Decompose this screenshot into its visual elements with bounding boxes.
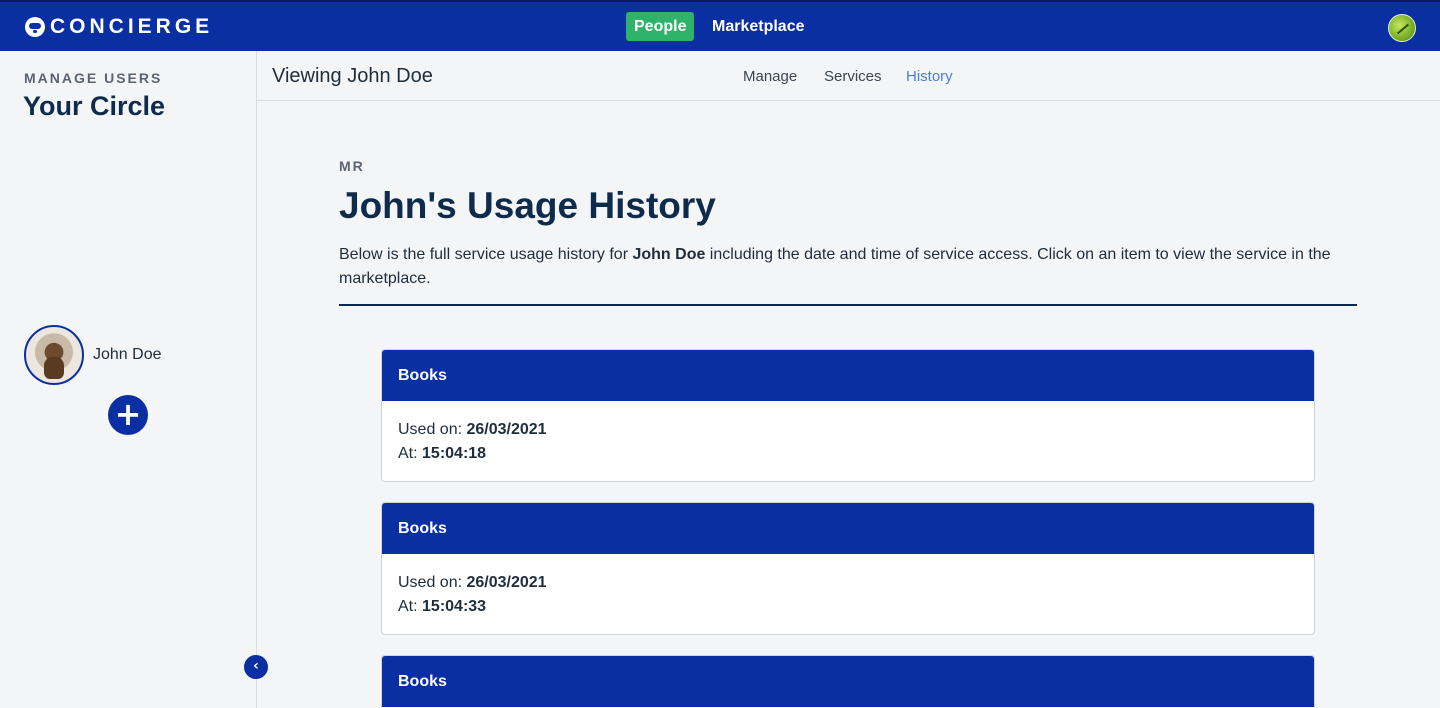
sidebar: MANAGE USERS Your Circle John Doe + ‹ — [0, 51, 268, 708]
subheader: Viewing John Doe Manage Services History — [257, 51, 1440, 101]
history-card[interactable]: Books Used on: 26/03/2021 At: 15:04:33 — [381, 502, 1315, 635]
concierge-logo-icon — [25, 17, 45, 37]
history-card-body: Used on: 26/03/2021 At: 15:04:18 — [382, 401, 1314, 481]
add-user-button[interactable]: + — [108, 395, 148, 435]
sidebar-user-name[interactable]: John Doe — [93, 346, 162, 364]
used-on-line: Used on: 26/03/2021 — [398, 418, 1298, 442]
page-title: John's Usage History — [339, 185, 716, 226]
history-card-service: Books — [382, 503, 1314, 554]
used-at-time: 15:04:18 — [422, 445, 487, 462]
sidebar-eyebrow: MANAGE USERS — [24, 70, 163, 86]
viewing-title: Viewing John Doe — [272, 65, 433, 87]
used-on-label: Used on: — [398, 421, 467, 438]
brand-name: CONCIERGE — [50, 15, 214, 38]
nav-marketplace[interactable]: Marketplace — [704, 12, 813, 41]
at-label: At: — [398, 598, 423, 615]
tab-services[interactable]: Services — [824, 68, 882, 85]
tab-manage[interactable]: Manage — [743, 68, 797, 85]
history-card-body: Used on: 26/03/2021 At: 15:04:33 — [382, 554, 1314, 634]
page-eyebrow: MR — [339, 158, 365, 174]
history-card-service: Books — [382, 656, 1314, 707]
divider — [339, 304, 1357, 306]
plus-icon: + — [114, 395, 142, 433]
page-description: Below is the full service usage history … — [339, 243, 1357, 291]
used-on-label: Used on: — [398, 574, 467, 591]
used-at-time: 15:04:33 — [422, 598, 487, 615]
used-on-date: 26/03/2021 — [466, 574, 547, 591]
at-line: At: 15:04:33 — [398, 595, 1298, 619]
tab-history[interactable]: History — [906, 68, 953, 85]
description-user-name: John Doe — [632, 246, 706, 263]
brand-logo-link[interactable]: CONCIERGE — [25, 15, 213, 39]
at-line: At: 15:04:18 — [398, 442, 1298, 466]
chevron-left-icon: ‹ — [253, 658, 259, 674]
account-avatar[interactable] — [1388, 14, 1416, 42]
used-on-line: Used on: 26/03/2021 — [398, 571, 1298, 595]
sidebar-title: Your Circle — [23, 91, 166, 121]
collapse-sidebar-button[interactable]: ‹ — [244, 655, 268, 679]
used-on-date: 26/03/2021 — [466, 421, 547, 438]
top-navbar: CONCIERGE People Marketplace — [0, 0, 1440, 51]
at-label: At: — [398, 445, 423, 462]
history-card[interactable]: Books — [381, 655, 1315, 708]
description-text-before: Below is the full service usage history … — [339, 246, 633, 263]
user-avatar-john-doe[interactable] — [24, 325, 84, 385]
history-card-service: Books — [382, 350, 1314, 401]
history-card[interactable]: Books Used on: 26/03/2021 At: 15:04:18 — [381, 349, 1315, 482]
nav-people[interactable]: People — [626, 12, 695, 41]
